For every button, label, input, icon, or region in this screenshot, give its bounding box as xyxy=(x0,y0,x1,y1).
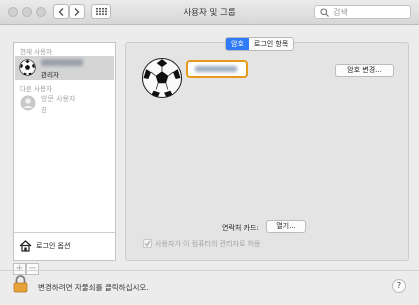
change-password-button[interactable]: 암호 변경... xyxy=(335,64,394,77)
login-options-item[interactable]: 로그인 옵션 xyxy=(14,232,115,260)
help-button[interactable]: ? xyxy=(392,279,406,293)
search-field[interactable]: 검색 xyxy=(314,5,411,19)
current-user-role: 관리자 xyxy=(41,71,59,79)
user-detail-panel: 암호 변경... 연락처 카드: 열기... 사용자가 이 컴퓨터의 관리자로 … xyxy=(125,42,409,261)
title-bar: 사용자 및 그룹 검색 xyxy=(0,0,419,25)
guest-user-item[interactable]: 방문 사용자 끔 xyxy=(15,93,114,117)
guest-user-name: 방문 사용자 xyxy=(41,95,76,103)
guest-user-status: 끔 xyxy=(41,106,47,114)
users-sidebar: 현재 사용자 관리자 다른 사용자 방문 사용자 끔 로그인 옵션 xyxy=(13,42,116,261)
full-name-field[interactable] xyxy=(186,60,248,78)
admin-checkbox-label: 사용자가 이 컴퓨터의 관리자로 허용 xyxy=(155,240,261,248)
footer-divider xyxy=(0,270,419,271)
soccer-ball-avatar-icon xyxy=(19,59,36,76)
current-user-item[interactable]: 관리자 xyxy=(15,56,114,80)
contact-card-label: 연락처 카드: xyxy=(222,224,259,232)
current-user-name xyxy=(41,59,83,66)
house-icon xyxy=(19,240,32,252)
remove-user-button[interactable]: − xyxy=(26,263,39,275)
admin-checkbox[interactable] xyxy=(143,239,152,248)
tab-login-items[interactable]: 로그인 항목 xyxy=(249,38,293,50)
add-user-button[interactable]: + xyxy=(13,263,26,275)
login-options-label: 로그인 옵션 xyxy=(36,242,71,250)
user-avatar-picture[interactable] xyxy=(141,57,183,99)
checkmark-icon xyxy=(144,240,151,247)
tab-password[interactable]: 암호 xyxy=(226,38,249,50)
lock-status-text: 변경하려면 자물쇠를 클릭하십시오. xyxy=(38,283,149,292)
guest-user-avatar-icon xyxy=(20,95,36,111)
open-contact-card-button[interactable]: 열기... xyxy=(266,220,306,233)
tab-bar: 암호 로그인 항목 xyxy=(225,37,295,51)
full-name-value xyxy=(195,66,237,72)
lock-icon[interactable] xyxy=(13,275,28,293)
other-users-header: 다른 사용자 xyxy=(20,85,52,93)
current-users-header: 현재 사용자 xyxy=(20,48,52,56)
search-icon xyxy=(320,8,329,17)
search-placeholder: 검색 xyxy=(333,8,348,17)
